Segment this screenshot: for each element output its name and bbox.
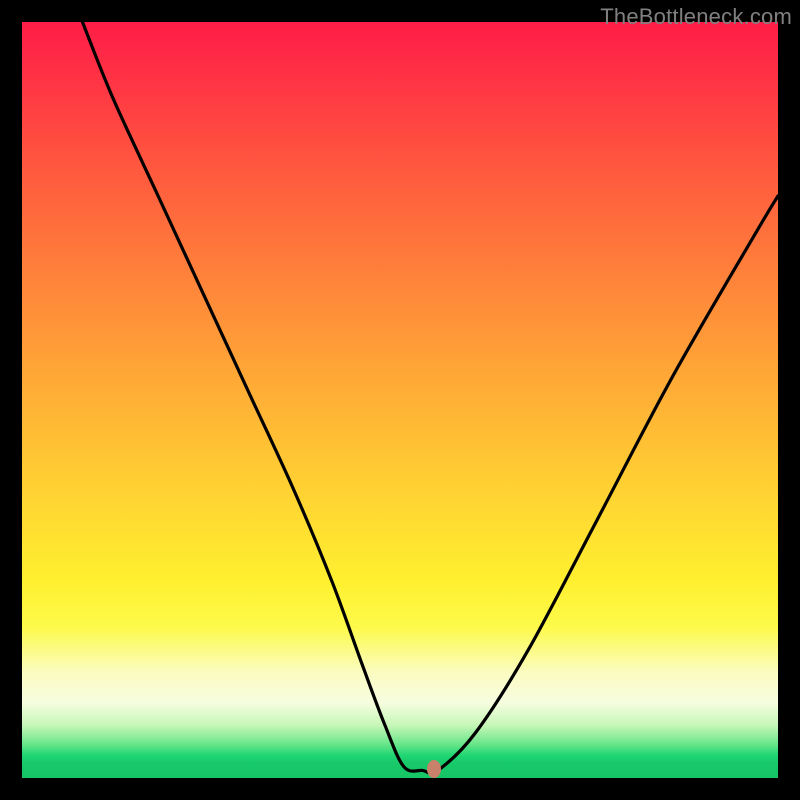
watermark-text: TheBottleneck.com bbox=[600, 4, 792, 30]
plot-area bbox=[22, 22, 778, 778]
bottleneck-curve bbox=[22, 22, 778, 778]
optimal-marker bbox=[427, 760, 441, 778]
